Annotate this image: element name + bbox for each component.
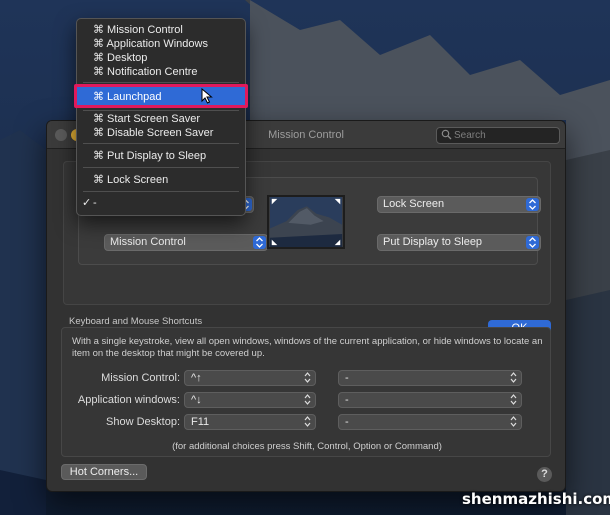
stepper-icon <box>253 236 266 249</box>
menu-item-none[interactable]: ✓ - <box>77 196 245 210</box>
menu-separator <box>83 110 239 111</box>
menu-separator <box>83 191 239 192</box>
hot-corner-dropdown-menu: ⌘ Mission Control ⌘ Application Windows … <box>74 18 248 216</box>
mission-control-shortcut-label: Mission Control: <box>101 372 180 384</box>
up-down-arrows-icon <box>304 372 311 383</box>
menu-item-lock-screen[interactable]: ⌘ Lock Screen <box>77 173 245 187</box>
application-windows-mouse-popup[interactable]: - <box>338 392 522 408</box>
mission-control-mouse-popup[interactable]: - <box>338 370 522 386</box>
bottom-right-corner-popup[interactable]: Put Display to Sleep <box>377 234 541 251</box>
mouse-pointer-icon <box>201 88 213 104</box>
menu-item-desktop[interactable]: ⌘ Desktop <box>77 51 245 65</box>
application-windows-key-popup[interactable]: ^↓ <box>184 392 316 408</box>
search-input[interactable] <box>454 129 554 142</box>
up-down-arrows-icon <box>510 416 517 427</box>
menu-item-disable-screen-saver[interactable]: ⌘ Disable Screen Saver <box>77 126 245 140</box>
menu-separator <box>83 82 239 83</box>
screen-preview-image <box>267 195 345 249</box>
stepper-icon <box>526 198 539 211</box>
help-button[interactable]: ? <box>537 467 552 482</box>
bottom-right-corner-value: Put Display to Sleep <box>383 236 483 248</box>
search-field[interactable] <box>436 127 560 144</box>
up-down-arrows-icon <box>304 416 311 427</box>
menu-item-notification-centre[interactable]: ⌘ Notification Centre <box>77 65 245 79</box>
checkmark-icon: ✓ <box>82 197 92 209</box>
menu-item-put-display-to-sleep[interactable]: ⌘ Put Display to Sleep <box>77 149 245 163</box>
show-desktop-key-popup[interactable]: F11 <box>184 414 316 430</box>
bottom-left-corner-popup[interactable]: Mission Control <box>104 234 268 251</box>
mission-control-key-popup[interactable]: ^↑ <box>184 370 316 386</box>
application-windows-key-value: ^↓ <box>191 394 202 406</box>
up-down-arrows-icon <box>510 372 517 383</box>
menu-item-mission-control[interactable]: ⌘ Mission Control <box>77 23 245 37</box>
keyboard-shortcuts-description: With a single keystroke, view all open w… <box>72 336 543 359</box>
show-desktop-mouse-popup[interactable]: - <box>338 414 522 430</box>
bottom-left-corner-value: Mission Control <box>110 236 186 248</box>
menu-item-none-label: - <box>93 197 97 209</box>
menu-item-launchpad[interactable]: ⌘ Launchpad <box>74 84 248 108</box>
show-desktop-key-value: F11 <box>191 416 210 428</box>
up-down-arrows-icon <box>304 394 311 405</box>
show-desktop-shortcut-label: Show Desktop: <box>106 416 180 428</box>
mission-control-mouse-value: - <box>345 372 349 384</box>
show-desktop-mouse-value: - <box>345 416 349 428</box>
stepper-icon <box>526 236 539 249</box>
modifier-keys-note: (for additional choices press Shift, Con… <box>172 441 442 452</box>
menu-item-start-screen-saver[interactable]: ⌘ Start Screen Saver <box>77 112 245 126</box>
menu-separator <box>83 143 239 144</box>
menu-separator <box>83 167 239 168</box>
menu-item-application-windows[interactable]: ⌘ Application Windows <box>77 37 245 51</box>
up-down-arrows-icon <box>510 394 517 405</box>
watermark-text: shenmazhishi.com <box>462 490 610 508</box>
search-icon <box>441 129 452 140</box>
hot-corners-button[interactable]: Hot Corners... <box>61 464 147 480</box>
application-windows-mouse-value: - <box>345 394 349 406</box>
keyboard-shortcuts-heading: Keyboard and Mouse Shortcuts <box>69 316 203 327</box>
mission-control-key-value: ^↑ <box>191 372 202 384</box>
top-right-corner-popup[interactable]: Lock Screen <box>377 196 541 213</box>
application-windows-shortcut-label: Application windows: <box>77 394 180 406</box>
keyboard-shortcuts-box: With a single keystroke, view all open w… <box>61 327 551 457</box>
top-right-corner-value: Lock Screen <box>383 198 445 210</box>
